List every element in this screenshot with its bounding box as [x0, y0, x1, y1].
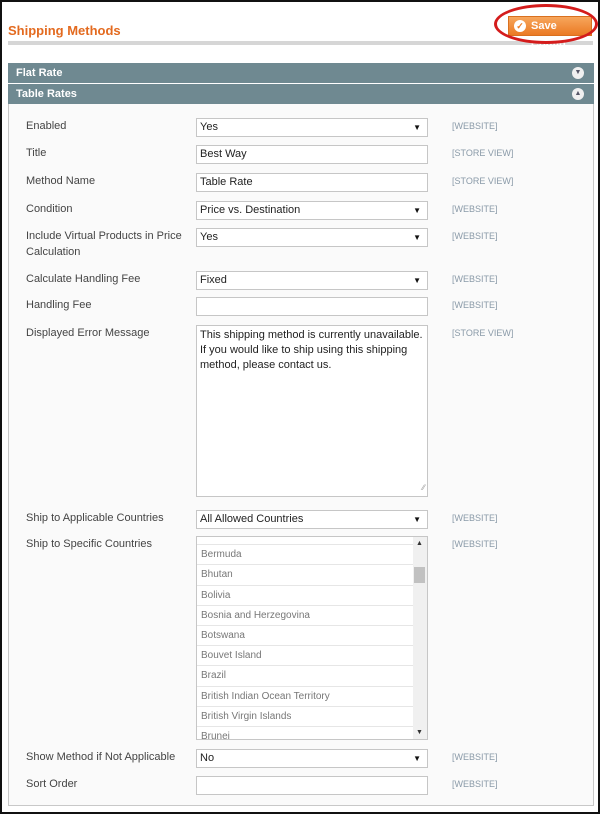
page-title: Shipping Methods — [8, 23, 121, 38]
country-option[interactable]: Botswana — [197, 626, 413, 647]
country-option[interactable]: Bermuda — [197, 545, 413, 566]
scope-label: [STORE VIEW] — [452, 328, 514, 338]
show-method-select[interactable]: No — [196, 749, 428, 768]
handling-fee-input[interactable] — [196, 297, 428, 316]
country-option[interactable]: Benin — [197, 537, 413, 546]
method-name-input[interactable]: Table Rate — [196, 173, 428, 192]
sort-order-input[interactable] — [196, 776, 428, 795]
chevron-down-circle-icon[interactable]: ▼ — [572, 67, 584, 79]
country-option[interactable]: Brazil — [197, 666, 413, 687]
scroll-down-arrow-icon[interactable]: ▼ — [416, 729, 423, 736]
field-label: Enabled — [26, 120, 67, 132]
country-option[interactable]: Bhutan — [197, 565, 413, 586]
field-label: Ship to Applicable Countries — [26, 512, 164, 524]
field-label: Handling Fee — [26, 299, 92, 311]
field-label: Displayed Error Message — [26, 327, 150, 339]
field-label: Show Method if Not Applicable — [26, 751, 176, 763]
scope-label: [STORE VIEW] — [452, 176, 514, 186]
country-option[interactable]: British Indian Ocean Territory — [197, 687, 413, 707]
country-option[interactable]: Bosnia and Herzegovina — [197, 606, 413, 626]
field-label: Sort Order — [26, 778, 78, 790]
highlight-annotation-ring — [494, 4, 598, 44]
field-label: Title — [26, 147, 47, 159]
field-label: Calculate Handling Fee — [26, 273, 141, 285]
chevron-up-circle-icon[interactable]: ▲ — [572, 88, 584, 100]
specific-countries-multiselect[interactable]: Benin Bermuda Bhutan Bolivia Bosnia and … — [196, 536, 428, 740]
scrollbar-thumb[interactable] — [414, 567, 425, 583]
section-flat-rate[interactable]: Flat Rate ▼ — [8, 63, 594, 83]
scope-label: [WEBSITE] — [452, 204, 498, 214]
scroll-up-arrow-icon[interactable]: ▲ — [416, 540, 423, 547]
condition-select[interactable]: Price vs. Destination — [196, 201, 428, 220]
field-label: Include Virtual Products in Price Calcul… — [26, 230, 182, 258]
error-message-textarea[interactable]: This shipping method is currently unavai… — [196, 325, 428, 497]
country-list: Benin Bermuda Bhutan Bolivia Bosnia and … — [197, 537, 413, 739]
country-option[interactable]: Brunei — [197, 727, 413, 739]
resize-grip-icon[interactable]: ∕∕ — [422, 480, 425, 495]
scope-label: [WEBSITE] — [452, 779, 498, 789]
field-label: Ship to Specific Countries — [26, 538, 152, 550]
table-rates-panel: Enabled Yes [WEBSITE] Title Best Way [ST… — [8, 104, 594, 806]
applicable-countries-select[interactable]: All Allowed Countries — [196, 510, 428, 529]
country-option[interactable]: Bouvet Island — [197, 646, 413, 667]
include-virtual-select[interactable]: Yes — [196, 228, 428, 247]
title-input[interactable]: Best Way — [196, 145, 428, 164]
scope-label: [WEBSITE] — [452, 539, 498, 549]
section-table-rates[interactable]: Table Rates ▲ — [8, 84, 594, 104]
field-label: Condition — [26, 203, 73, 215]
scope-label: [WEBSITE] — [452, 121, 498, 131]
country-option[interactable]: Bolivia — [197, 586, 413, 606]
error-message-text: This shipping method is currently unavai… — [200, 329, 423, 371]
country-option[interactable]: British Virgin Islands — [197, 707, 413, 727]
scope-label: [WEBSITE] — [452, 231, 498, 241]
scope-label: [STORE VIEW] — [452, 148, 514, 158]
scope-label: [WEBSITE] — [452, 513, 498, 523]
enabled-select[interactable]: Yes — [196, 118, 428, 137]
section-table-rates-label: Table Rates — [16, 88, 77, 100]
section-flat-rate-label: Flat Rate — [16, 67, 63, 79]
field-label: Method Name — [26, 175, 96, 187]
header-divider — [8, 41, 593, 45]
calc-handling-fee-select[interactable]: Fixed — [196, 271, 428, 290]
scope-label: [WEBSITE] — [452, 300, 498, 310]
scope-label: [WEBSITE] — [452, 274, 498, 284]
country-list-scrollbar[interactable]: ▲ ▼ — [413, 537, 427, 739]
scope-label: [WEBSITE] — [452, 752, 498, 762]
